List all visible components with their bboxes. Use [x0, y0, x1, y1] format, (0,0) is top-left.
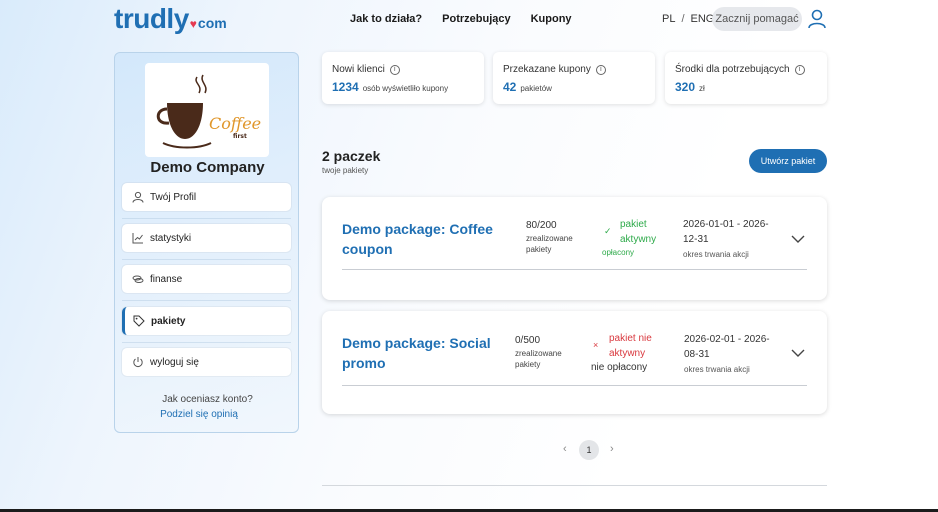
stat-unit: zł [699, 84, 705, 93]
status-text: pakiet nie aktywny [609, 333, 652, 359]
main-nav: Jak to działa? Potrzebujący Kupony [350, 13, 572, 25]
package-dates: 2026-02-01 - 2026-08-31 okres trwania ak… [684, 332, 776, 377]
lang-separator: / [681, 13, 685, 25]
nav-coupons[interactable]: Kupony [531, 13, 572, 25]
sidebar-item-label: statystyki [150, 232, 192, 244]
stat-card-new-clients: Nowi klienci i 1234 osób wyświetliło kupon… [322, 52, 484, 104]
package-card[interactable]: Demo package: Coffee coupon 80/200 zreal… [322, 197, 827, 300]
stat-value: 42 [503, 80, 517, 94]
date-range: 2026-01-01 - 2026-12-31 [683, 219, 769, 245]
lang-eng[interactable]: ENG [691, 13, 715, 25]
stat-title: Przekazane kupony [503, 64, 591, 75]
package-progress: 80/200 zrealizowane pakiety [526, 220, 586, 255]
package-name[interactable]: Demo package: Social promo [342, 333, 512, 373]
payment-status: nie opłacony [591, 362, 648, 373]
share-opinion-link[interactable]: Podziel się opinią [115, 409, 283, 420]
sidebar-item-label: wyloguj się [150, 356, 199, 368]
account-icon[interactable] [808, 9, 826, 29]
chevron-down-icon[interactable] [791, 234, 805, 244]
rating-question: Jak oceniasz konto? [162, 394, 253, 405]
progress-value: 80/200 [526, 220, 557, 231]
divider [122, 218, 291, 219]
packages-subtitle: twoje pakiety [322, 166, 369, 175]
sidebar-item-logout[interactable]: wyloguj się [122, 348, 291, 376]
trudly-logo[interactable]: trudly ♥ com [114, 3, 227, 35]
start-helping-button[interactable]: Zacznij pomagać [712, 7, 802, 31]
stat-unit: pakietów [520, 84, 552, 93]
info-icon[interactable]: i [794, 64, 805, 75]
logo-coffee-text: Coffee [209, 114, 261, 133]
sidebar-item-profile[interactable]: Twój Profil [122, 183, 291, 211]
sidebar-item-packages[interactable]: pakiety [122, 307, 291, 335]
language-switcher: PL / ENG [662, 13, 714, 25]
status-text: pakiet aktywny [620, 219, 657, 245]
package-status: ✓ pakiet aktywny [604, 217, 672, 247]
nav-how-it-works[interactable]: Jak to działa? [350, 13, 422, 25]
package-card[interactable]: Demo package: Social promo 0/500 zrealiz… [322, 311, 827, 414]
sidebar-item-stats[interactable]: statystyki [122, 224, 291, 252]
stat-value: 320 [675, 80, 696, 94]
divider [122, 259, 291, 260]
pagination-next[interactable]: › [610, 443, 614, 455]
check-icon: ✓ [604, 226, 612, 236]
chevron-down-icon[interactable] [791, 348, 805, 358]
lang-pl[interactable]: PL [662, 13, 675, 25]
stat-title: Nowi klienci [332, 64, 385, 75]
logo-com-text: com [197, 15, 227, 31]
package-name[interactable]: Demo package: Coffee coupon [342, 219, 512, 259]
stat-title: Środki dla potrzebujących [675, 64, 790, 75]
progress-value: 0/500 [515, 335, 541, 346]
stat-unit: osób wyświetliło kupony [362, 84, 449, 93]
sidebar-item-label: Twój Profil [150, 191, 197, 203]
coffee-cup-icon: Coffee first [156, 74, 261, 149]
company-name: Demo Company [150, 159, 265, 176]
stat-value: 1234 [332, 80, 359, 94]
divider [342, 269, 807, 270]
sidebar-item-label: pakiety [151, 315, 186, 327]
stat-card-funds: Środki dla potrzebujących i 320 zł [665, 52, 827, 104]
coins-icon [132, 275, 144, 283]
date-range: 2026-02-01 - 2026-08-31 [684, 334, 770, 360]
stat-card-coupons: Przekazane kupony i 42 pakietów [493, 52, 655, 104]
progress-label: zrealizowane pakiety [526, 234, 573, 254]
packages-count: 2 paczek [322, 148, 381, 164]
info-icon[interactable]: i [595, 64, 606, 75]
divider [122, 342, 291, 343]
sidebar-item-finance[interactable]: finanse [122, 265, 291, 293]
user-icon [132, 191, 144, 203]
package-progress: 0/500 zrealizowane pakiety [515, 335, 575, 370]
info-icon[interactable]: i [389, 64, 400, 75]
date-label: okres trwania akcji [684, 365, 750, 374]
heart-icon: ♥ [189, 17, 197, 31]
sidebar-item-label: finanse [150, 273, 183, 285]
top-header: trudly ♥ com Jak to działa? Potrzebujący… [0, 0, 938, 40]
close-icon: × [593, 340, 599, 350]
footer-divider [322, 485, 827, 486]
divider [122, 300, 291, 301]
date-label: okres trwania akcji [683, 250, 749, 259]
package-dates: 2026-01-01 - 2026-12-31 okres trwania ak… [683, 217, 775, 262]
logo-first-text: first [233, 133, 247, 140]
nav-needy[interactable]: Potrzebujący [442, 13, 510, 25]
create-package-button[interactable]: Utwórz pakiet [749, 149, 827, 173]
payment-status: opłacony [602, 248, 635, 257]
progress-label: zrealizowane pakiety [515, 349, 562, 369]
divider [342, 385, 807, 386]
pagination-prev[interactable]: ‹ [563, 443, 567, 455]
chart-icon [132, 233, 143, 244]
company-logo: Coffee first [145, 63, 269, 157]
pagination-current-page[interactable]: 1 [579, 440, 599, 460]
power-icon [133, 357, 143, 367]
logo-main-text: trudly [114, 3, 189, 34]
sidebar: Coffee first Demo Company Twój Profil st… [114, 52, 299, 433]
package-status: × pakiet nie aktywny [593, 331, 661, 361]
tag-icon [133, 315, 145, 327]
